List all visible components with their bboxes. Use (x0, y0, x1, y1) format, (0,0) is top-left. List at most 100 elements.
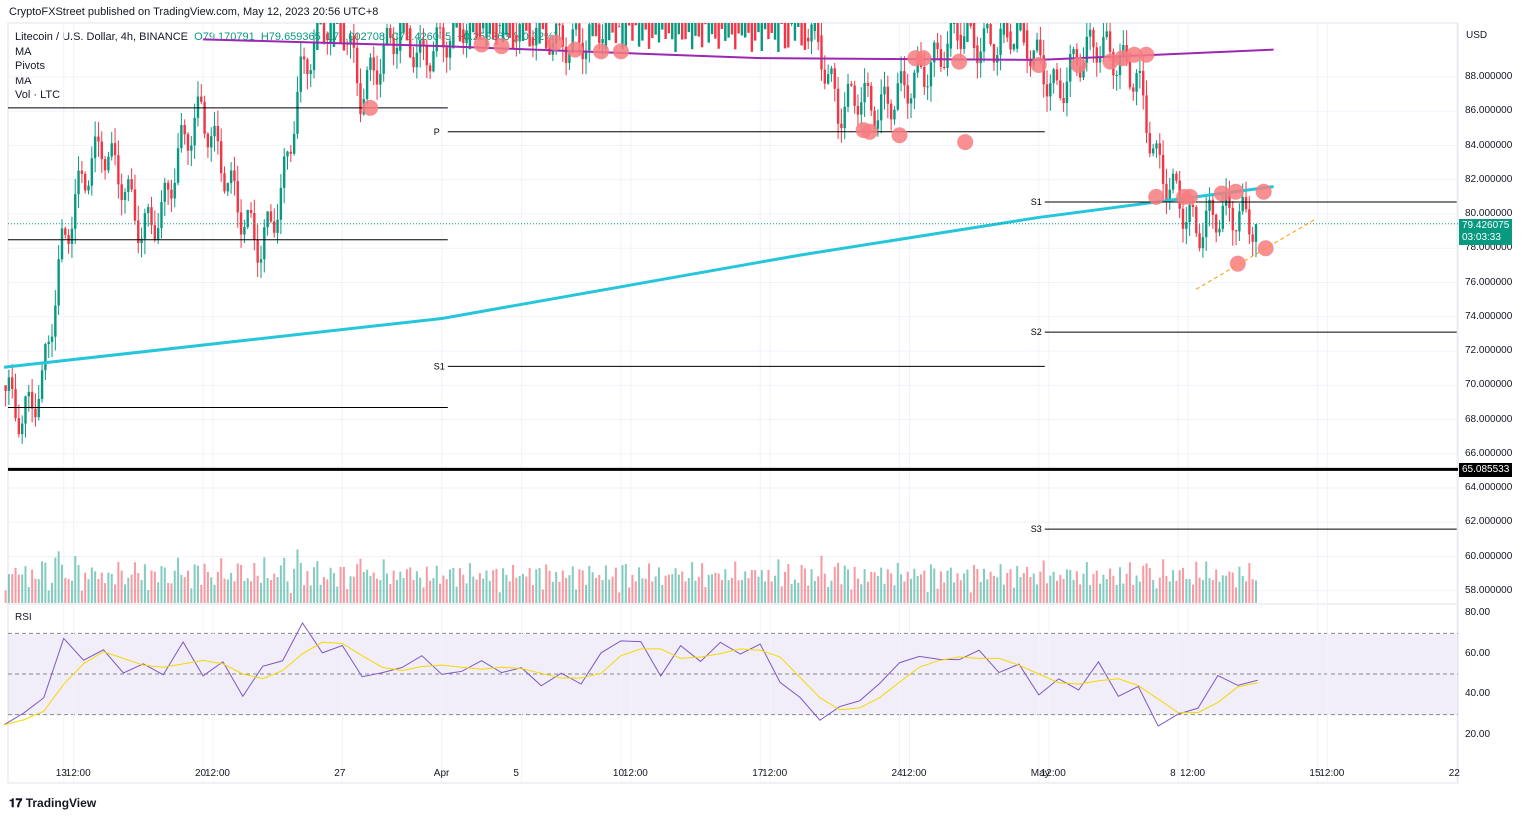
time-tick: 12:00 (901, 768, 926, 779)
volume-bar (605, 565, 607, 603)
candle-body (472, 23, 474, 32)
candle-body (565, 47, 567, 63)
volume-bar (545, 564, 547, 603)
candle-body (144, 213, 146, 239)
candle-body (618, 26, 620, 27)
price-tick: 66.000000 (1465, 448, 1512, 459)
currency-label: USD (1466, 30, 1487, 41)
volume-bar (1099, 584, 1101, 603)
volume-bar (64, 578, 66, 603)
volume-bar (820, 556, 822, 603)
candle-body (462, 29, 464, 43)
volume-bar (1205, 562, 1207, 603)
volume-bar (157, 582, 159, 603)
volume-bar (323, 577, 325, 603)
candle-body (382, 45, 384, 74)
volume-bar (257, 576, 259, 603)
candle-body (727, 23, 729, 38)
candle-body (535, 28, 537, 46)
volume-bar (708, 575, 710, 603)
volume-bar (1049, 576, 1051, 603)
volume-bar (774, 576, 776, 603)
volume-bar (495, 569, 497, 603)
volume-bar (107, 573, 109, 603)
candle-body (664, 23, 666, 39)
volume-bar (78, 565, 80, 603)
candle-body (28, 392, 30, 396)
candle-body (117, 155, 119, 184)
volume-bar (960, 580, 962, 603)
volume-bar (419, 578, 421, 603)
volume-bar (764, 581, 766, 603)
volume-bar (880, 568, 882, 603)
price-tick: 80.000000 (1465, 208, 1512, 219)
candle-body (197, 97, 199, 118)
candle-body (671, 23, 673, 39)
candle-body (704, 23, 706, 24)
volume-bar (940, 571, 942, 603)
candle-body (379, 74, 381, 85)
volume-bar (1139, 582, 1141, 603)
candle-body (880, 94, 882, 120)
candle-body (717, 23, 719, 49)
candle-body (903, 71, 905, 85)
highlight-circle (892, 127, 908, 143)
candle-body (853, 86, 855, 106)
volume-bar (1169, 581, 1171, 603)
volume-bar (476, 580, 478, 603)
highlight-circle (915, 50, 931, 66)
volume-bar (953, 582, 955, 603)
volume-bar (854, 567, 856, 603)
candle-body (412, 57, 414, 67)
candle-body (1149, 133, 1151, 153)
candle-body (469, 23, 471, 49)
tradingview-logo[interactable]: 𝟏𝟕 TradingView (9, 796, 96, 811)
volume-bar (1016, 566, 1018, 603)
candle-body (111, 143, 113, 156)
candle-body (1109, 31, 1111, 51)
candle-body (1238, 211, 1240, 231)
candle-body (575, 23, 577, 29)
candle-body (313, 42, 315, 71)
candle-body (1023, 23, 1025, 43)
volume-bar (827, 587, 829, 603)
volume-bar (794, 579, 796, 603)
candle-body (807, 38, 809, 42)
volume-bar (900, 574, 902, 603)
candle-body (870, 86, 872, 111)
volume-bar (479, 573, 481, 603)
candle-body (240, 212, 242, 234)
volume-bar (247, 578, 249, 603)
volume-bar (910, 579, 912, 603)
volume-bar (655, 576, 657, 603)
volume-bar (1013, 588, 1015, 603)
volume-bar (409, 567, 411, 603)
volume-bar (943, 582, 945, 603)
volume-bar (1109, 569, 1111, 603)
volume-bar (190, 588, 192, 603)
candle-body (810, 24, 812, 41)
volume-bar (492, 570, 494, 603)
candle-body (44, 344, 46, 370)
volume-bar (890, 573, 892, 603)
candle-body (827, 74, 829, 84)
volume-bar (615, 568, 617, 603)
volume-bar (1083, 574, 1085, 603)
candle-body (223, 173, 225, 191)
candle-body (844, 107, 846, 128)
candle-body (290, 152, 292, 154)
volume-bar (147, 590, 149, 603)
candle-body (611, 23, 613, 33)
volume-bar (801, 565, 803, 603)
volume-bar (1059, 575, 1061, 603)
candle-body (120, 184, 122, 200)
volume-bar (233, 581, 235, 603)
candle-body (790, 23, 792, 24)
volume-bar (230, 573, 232, 603)
volume-bar (1159, 578, 1161, 603)
volume-bar (980, 582, 982, 603)
candle-body (1188, 205, 1190, 222)
volume-bar (117, 562, 119, 603)
candle-body (814, 23, 816, 31)
price-chart[interactable]: PS1S1S2S3 (0, 0, 1536, 818)
